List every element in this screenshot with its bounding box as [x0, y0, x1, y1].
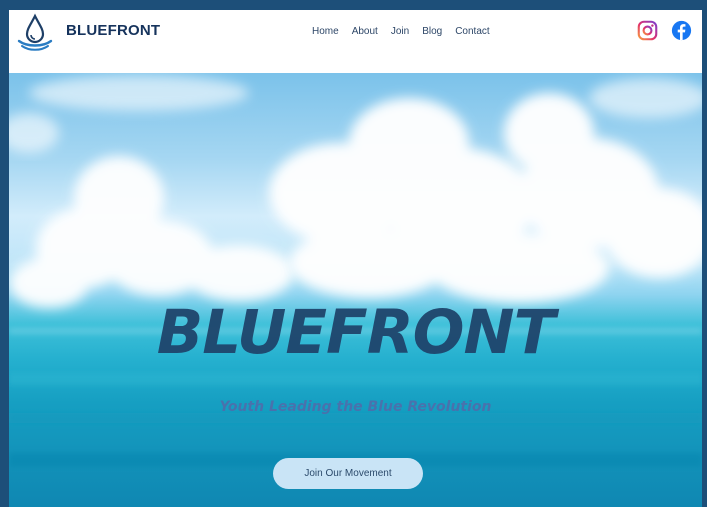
main-nav: Home About Join Blog Contact: [312, 26, 490, 37]
hero-section: BLUEFRONT Youth Leading the Blue Revolut…: [9, 73, 702, 507]
water-drop-logo-icon[interactable]: [15, 12, 55, 52]
hero-title: BLUEFRONT: [156, 297, 555, 368]
brand-name[interactable]: BLUEFRONT: [66, 22, 160, 39]
nav-join[interactable]: Join: [391, 26, 409, 37]
nav-about[interactable]: About: [352, 26, 378, 37]
nav-contact[interactable]: Contact: [455, 26, 489, 37]
nav-home[interactable]: Home: [312, 26, 339, 37]
instagram-icon[interactable]: [637, 20, 658, 41]
site-header: BLUEFRONT Home About Join Blog Contact: [9, 10, 702, 73]
website-frame: BLUEFRONT Home About Join Blog Contact B…: [9, 10, 702, 507]
join-movement-button[interactable]: Join Our Movement: [273, 458, 423, 489]
facebook-icon[interactable]: [671, 20, 692, 41]
sky-ocean-background: [9, 75, 702, 467]
nav-blog[interactable]: Blog: [422, 26, 442, 37]
hero-subtitle: Youth Leading the Blue Revolution: [219, 399, 492, 415]
